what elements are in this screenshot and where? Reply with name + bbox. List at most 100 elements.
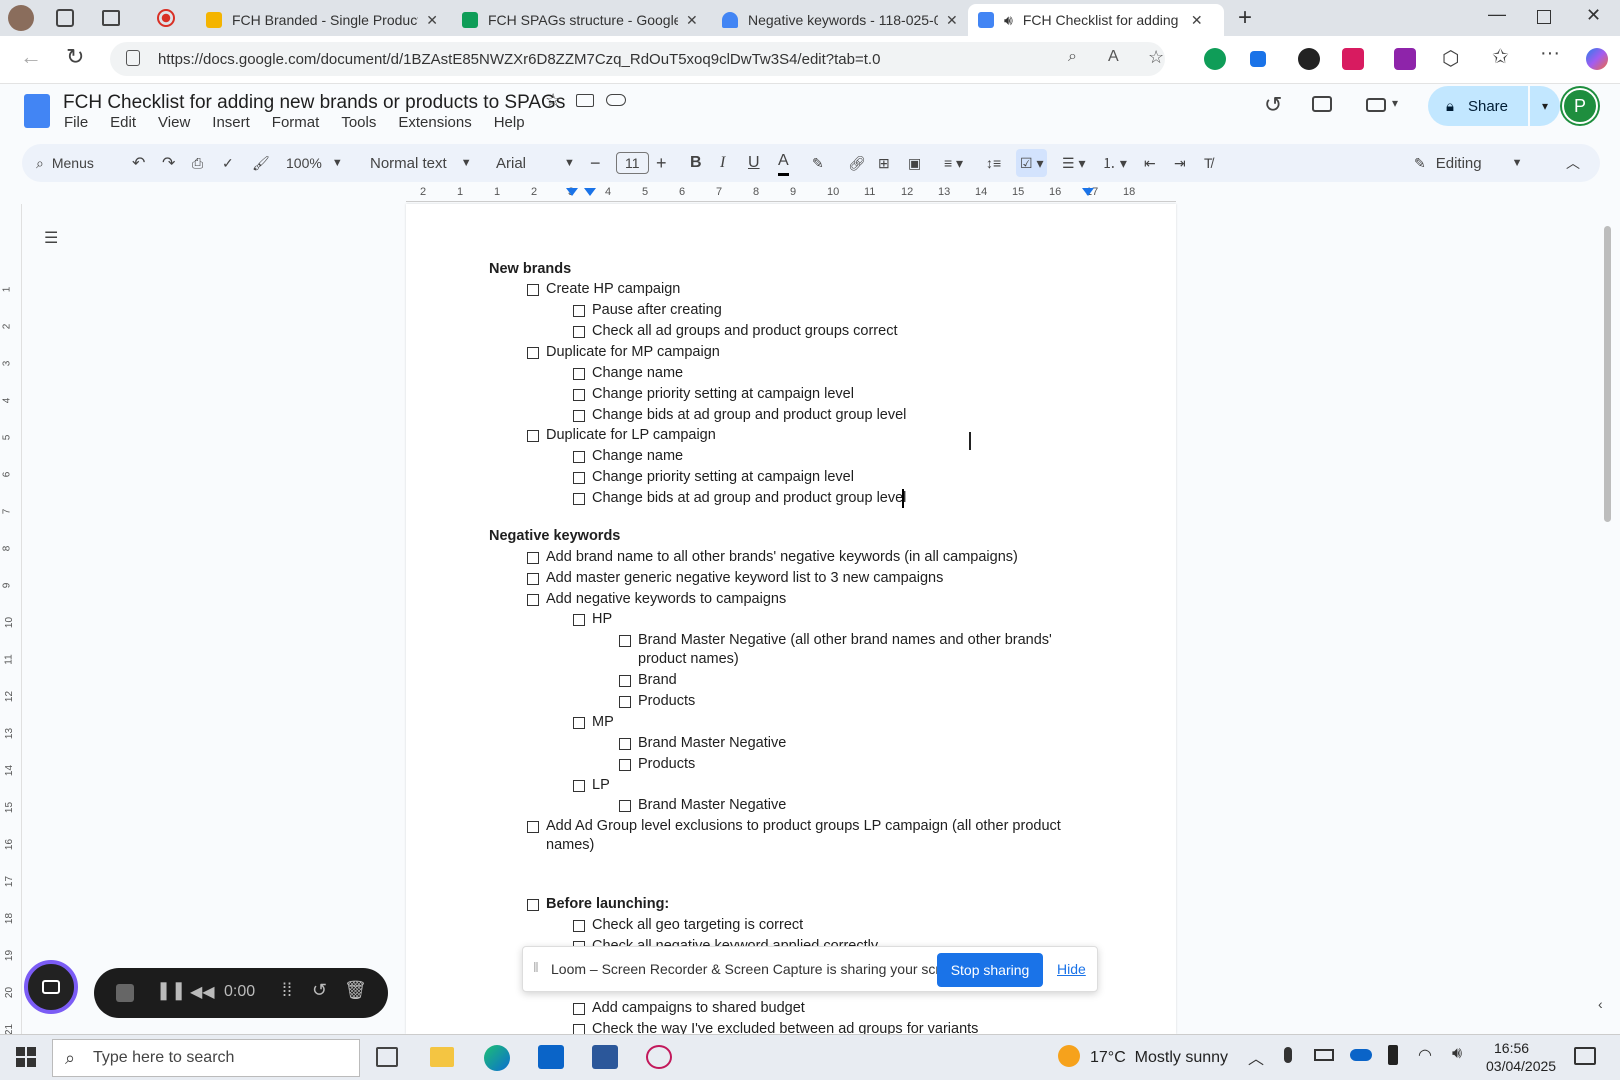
text-color-icon[interactable]: A [778,148,789,176]
menu-extensions[interactable]: Extensions [398,114,471,131]
decrease-indent-icon[interactable]: ⇤ [1144,144,1156,182]
horizontal-ruler[interactable]: 2 1 1 2 3 4 5 6 7 8 9 10 11 12 13 14 15 16 17 18 [406,186,1176,202]
checklist-item-text[interactable]: Duplicate for LP campaign [546,426,716,445]
redo-icon[interactable]: ↷ [162,144,175,182]
checklist-item-text[interactable]: Duplicate for MP campaign [546,343,720,362]
checklist-item-text[interactable]: Brand Master Negative (all other brand n… [638,631,1052,650]
checklist-item-text[interactable]: HP [592,610,612,629]
close-icon[interactable]: ✕ [946,12,958,29]
increase-font-icon[interactable]: + [656,144,667,182]
drawing-tools-icon[interactable]: ⁞⁞ [282,980,292,1001]
checklist-item-text[interactable]: names) [546,836,594,855]
insert-image-icon[interactable]: ▣ [908,144,921,182]
checklist-checkbox[interactable] [527,284,539,296]
word-icon[interactable] [592,1045,618,1069]
menu-file[interactable]: File [64,114,88,131]
checklist-item-text[interactable]: Change priority setting at campaign leve… [592,385,854,404]
checklist-item-text[interactable]: Brand [638,671,677,690]
checklist-checkbox[interactable] [573,451,585,463]
tab-negative-keywords[interactable]: Negative keywords - 118-025-03 ✕ [712,4,968,36]
checklist-item-text[interactable]: Create HP campaign [546,280,680,299]
meet-icon[interactable] [1366,98,1386,112]
checklist-checkbox[interactable] [619,696,631,708]
site-info-icon[interactable] [126,50,140,66]
print-icon[interactable]: ⎙ [192,144,203,182]
section-heading[interactable]: Negative keywords [489,527,620,546]
checklist-item-text[interactable]: Change name [592,364,683,383]
volume-icon[interactable]: 🔊︎ [1452,1045,1462,1063]
checklist-checkbox[interactable] [573,305,585,317]
share-dropdown-button[interactable]: ▾ [1530,86,1560,126]
checklist-checkbox[interactable] [573,410,585,422]
checklist-item-text[interactable]: Add master generic negative keyword list… [546,569,943,588]
checklist-checkbox[interactable] [573,368,585,380]
menu-insert[interactable]: Insert [212,114,250,131]
task-view-icon[interactable] [376,1047,398,1067]
hide-button[interactable]: Hide [1057,961,1086,977]
checklist-checkbox[interactable] [527,594,539,606]
address-bar[interactable]: https://docs.google.com/document/d/1BZAs… [110,42,1165,76]
checklist-checkbox[interactable] [573,614,585,626]
record-icon[interactable] [157,9,175,27]
checklist-item-text[interactable]: Change bids at ad group and product grou… [592,489,906,508]
checklist-item-text[interactable]: Add brand name to all other brands' nega… [546,548,1018,567]
align-icon[interactable]: ≡ ▾ [944,144,963,182]
microphone-icon[interactable] [1284,1047,1292,1063]
checklist-item-text[interactable]: Pause after creating [592,301,722,320]
close-window-button[interactable]: ✕ [1586,5,1601,26]
hide-menus-icon[interactable]: ︿ [1566,144,1580,182]
side-panel-toggle-icon[interactable]: ‹ [1598,996,1603,1012]
document-title[interactable]: FCH Checklist for adding new brands or p… [63,92,565,114]
tab-fch-checklist[interactable]: 🔊︎ FCH Checklist for adding new ✕ [968,4,1224,36]
star-icon[interactable]: ☆ [545,90,561,111]
checklist-checkbox[interactable] [527,347,539,359]
checklist-checkbox[interactable] [619,759,631,771]
account-avatar[interactable]: P [1562,88,1598,124]
checklist-item-text[interactable]: Brand Master Negative [638,796,786,815]
reload-icon[interactable]: ↻ [66,44,84,70]
decrease-font-icon[interactable]: − [590,144,601,182]
tab-branded[interactable]: FCH Branded - Single Product Ad ✕ [196,4,448,36]
version-history-icon[interactable]: ↺ [1264,92,1282,118]
checklist-item-text[interactable]: Add campaigns to shared budget [592,999,805,1018]
checklist-item-text[interactable]: Change priority setting at campaign leve… [592,468,854,487]
zoom-select[interactable]: 100% ▼ [286,144,343,182]
checklist-checkbox[interactable] [573,493,585,505]
delete-icon[interactable]: 🗑︎ [344,980,367,1001]
cloud-saved-icon[interactable] [606,94,626,106]
more-menu-icon[interactable]: ··· [1540,42,1560,65]
clock-time[interactable]: 16:56 [1494,1040,1529,1056]
checklist-item-text[interactable]: Add Ad Group level exclusions to product… [546,817,1061,836]
extension-puzzle-badge-icon[interactable] [1394,48,1416,70]
document-outline-icon[interactable]: ☰ [44,228,58,248]
font-select[interactable]: Arial ▼ [496,144,575,182]
edge-icon[interactable] [484,1045,510,1071]
font-size-input[interactable]: 11 [616,144,649,182]
italic-icon[interactable]: I [720,144,725,182]
indent-marker-icon[interactable] [1082,188,1094,196]
checklist-item-text[interactable]: product names) [638,650,739,669]
checklist-item-text[interactable]: Change bids at ad group and product grou… [592,406,906,425]
increase-indent-icon[interactable]: ⇥ [1174,144,1186,182]
checklist-checkbox[interactable] [527,899,539,911]
restart-icon[interactable]: ↺ [312,980,327,1001]
editing-mode-select[interactable]: ✎ Editing ▼ [1414,144,1523,182]
docs-logo-icon[interactable] [24,94,50,128]
clear-formatting-icon[interactable]: T̸ [1204,144,1213,182]
restore-button[interactable] [1537,10,1551,24]
menu-view[interactable]: View [158,114,190,131]
clock-date[interactable]: 03/04/2025 [1486,1058,1556,1074]
workspaces-icon[interactable] [56,9,74,27]
checklist-item-text[interactable]: Brand Master Negative [638,734,786,753]
meet-dropdown-icon[interactable]: ▾ [1392,96,1398,110]
add-comment-icon[interactable]: ⊞ [878,144,890,182]
checklist-item-text[interactable]: Change name [592,447,683,466]
checklist-checkbox[interactable] [573,1003,585,1015]
hidden-icons-chevron-icon[interactable]: ︿ [1248,1045,1264,1069]
line-spacing-icon[interactable]: ↕≡ [986,144,1001,182]
vertical-ruler[interactable]: 1 2 3 4 5 6 7 8 9 10 11 12 13 14 15 16 17 18 19 20 21 [0,204,22,1035]
battery-icon[interactable] [1314,1049,1334,1061]
checklist-checkbox[interactable] [573,920,585,932]
close-icon[interactable]: ✕ [426,12,438,29]
favorite-star-icon[interactable]: ☆ [1148,47,1164,68]
